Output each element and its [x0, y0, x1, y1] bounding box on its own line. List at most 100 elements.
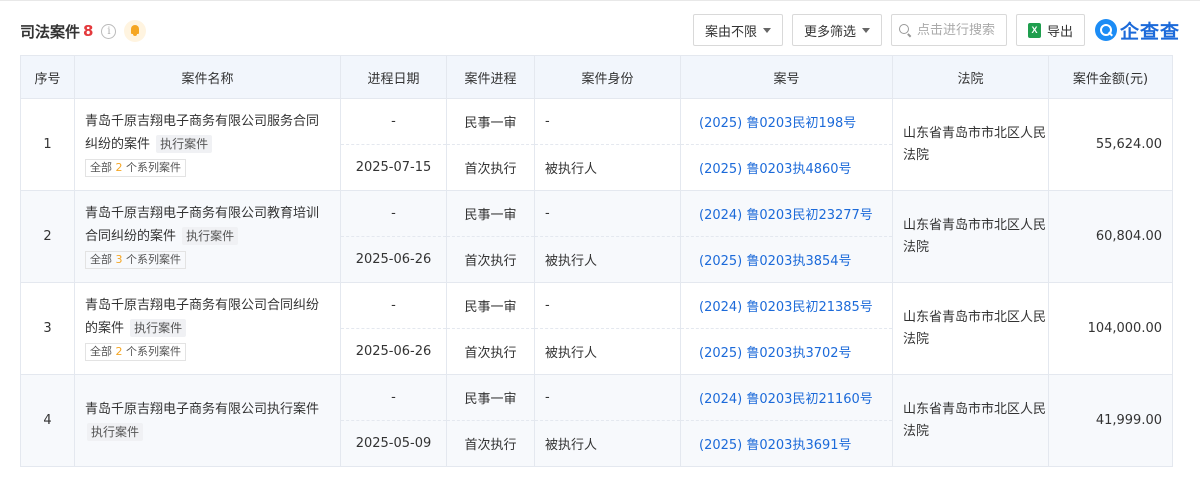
- case-number-link[interactable]: (2025) 鲁0203执3854号: [680, 236, 893, 283]
- case-number-link[interactable]: (2025) 鲁0203执4860号: [680, 144, 893, 191]
- stage-role: 被执行人: [534, 144, 681, 191]
- title-group: 司法案件 8 i: [20, 20, 147, 42]
- stage-date: -: [340, 190, 447, 237]
- court-name: 山东省青岛市市北区人民法院: [892, 98, 1049, 191]
- case-amount: 60,804.00: [1048, 190, 1173, 283]
- cause-filter-dropdown[interactable]: 案由不限: [692, 14, 783, 46]
- col-header-date: 进程日期: [340, 55, 447, 99]
- export-button[interactable]: X 导出: [1015, 14, 1085, 46]
- court-name: 山东省青岛市市北区人民法院: [892, 374, 1049, 467]
- bell-icon[interactable]: [124, 20, 147, 42]
- case-number-link[interactable]: (2025) 鲁0203执3702号: [680, 328, 893, 375]
- execution-tag: 执行案件: [87, 422, 144, 441]
- logo-text: 企查查: [1119, 20, 1180, 43]
- logo-icon: [1094, 19, 1117, 41]
- stage-progress: 民事一审: [446, 282, 535, 329]
- court-name: 山东省青岛市市北区人民法院: [892, 190, 1049, 283]
- more-filters-label: 更多筛选: [803, 24, 856, 40]
- info-icon[interactable]: i: [101, 23, 117, 39]
- case-number-link[interactable]: (2025) 鲁0203执3691号: [680, 420, 893, 467]
- stage-role: 被执行人: [534, 236, 681, 283]
- stage-role: -: [534, 282, 681, 329]
- cases-table-container: 序号 案件名称 进程日期 案件进程 案件身份 案号 法院 案件金额(元) 1 青…: [20, 55, 1173, 467]
- case-name[interactable]: 青岛千原吉翔电子商务有限公司合同纠纷的案件: [85, 298, 319, 336]
- case-name-cell: 青岛千原吉翔电子商务有限公司执行案件 执行案件: [74, 374, 341, 467]
- col-header-role: 案件身份: [534, 55, 681, 99]
- excel-icon: X: [1027, 22, 1041, 38]
- stage-progress: 首次执行: [446, 328, 535, 375]
- col-header-court: 法院: [892, 55, 1049, 99]
- case-number-link[interactable]: (2024) 鲁0203民初23277号: [680, 190, 893, 237]
- table-row: 3 青岛千原吉翔电子商务有限公司合同纠纷的案件 执行案件 全部 2 个系列案件 …: [20, 282, 1173, 375]
- col-header-case-number: 案号: [680, 55, 893, 99]
- stage-progress: 民事一审: [446, 98, 535, 145]
- toolbar: 案由不限 更多筛选 X 导出 企查查: [684, 14, 1180, 46]
- series-cases-link[interactable]: 全部 3 个系列案件: [85, 251, 186, 269]
- execution-tag: 执行案件: [182, 227, 239, 245]
- case-number-link[interactable]: (2025) 鲁0203民初198号: [680, 98, 893, 145]
- col-header-amount: 案件金额(元): [1048, 55, 1173, 99]
- row-index: 3: [20, 282, 75, 375]
- row-index: 1: [20, 98, 75, 191]
- case-number-link[interactable]: (2024) 鲁0203民初21385号: [680, 282, 893, 329]
- series-prefix: 全部: [90, 161, 112, 174]
- case-amount: 104,000.00: [1048, 282, 1173, 375]
- series-suffix: 个系列案件: [126, 345, 181, 358]
- series-suffix: 个系列案件: [126, 161, 181, 174]
- case-name-cell: 青岛千原吉翔电子商务有限公司合同纠纷的案件 执行案件 全部 2 个系列案件: [74, 282, 341, 375]
- table-header-row: 序号 案件名称 进程日期 案件进程 案件身份 案号 法院 案件金额(元): [20, 55, 1173, 99]
- stage-date: 2025-06-26: [340, 236, 447, 283]
- court-name: 山东省青岛市市北区人民法院: [892, 282, 1049, 375]
- table-row: 1 青岛千原吉翔电子商务有限公司服务合同纠纷的案件 执行案件 全部 2 个系列案…: [20, 98, 1173, 191]
- caret-down-icon: [861, 27, 870, 33]
- stage-progress: 首次执行: [446, 144, 535, 191]
- stage-progress: 首次执行: [446, 236, 535, 283]
- case-name[interactable]: 青岛千原吉翔电子商务有限公司执行案件: [85, 402, 319, 417]
- stage-progress: 民事一审: [446, 190, 535, 237]
- table-row: 2 青岛千原吉翔电子商务有限公司教育培训合同纠纷的案件 执行案件 全部 3 个系…: [20, 190, 1173, 283]
- col-header-progress: 案件进程: [446, 55, 535, 99]
- case-amount: 55,624.00: [1048, 98, 1173, 191]
- col-header-index: 序号: [20, 55, 75, 99]
- stage-progress: 首次执行: [446, 420, 535, 467]
- brand-logo: 企查查: [1094, 17, 1180, 44]
- stage-date: -: [340, 282, 447, 329]
- more-filters-dropdown[interactable]: 更多筛选: [791, 14, 882, 46]
- stage-progress: 民事一审: [446, 374, 535, 421]
- series-count: 2: [115, 345, 123, 358]
- section-header: 司法案件 8 i 案由不限 更多筛选 X 导出 企查查: [20, 12, 1180, 48]
- row-index: 2: [20, 190, 75, 283]
- execution-tag: 执行案件: [156, 135, 213, 153]
- stage-date: -: [340, 374, 447, 421]
- stage-role: 被执行人: [534, 328, 681, 375]
- case-name-cell: 青岛千原吉翔电子商务有限公司服务合同纠纷的案件 执行案件 全部 2 个系列案件: [74, 98, 341, 191]
- row-index: 4: [20, 374, 75, 467]
- stage-date: 2025-05-09: [340, 420, 447, 467]
- series-suffix: 个系列案件: [126, 253, 181, 266]
- search-box[interactable]: [890, 14, 1007, 46]
- cause-filter-label: 案由不限: [704, 24, 757, 40]
- col-header-case-name: 案件名称: [74, 55, 341, 99]
- series-count: 2: [115, 161, 123, 174]
- search-input[interactable]: [916, 22, 1005, 38]
- case-number-link[interactable]: (2024) 鲁0203民初21160号: [680, 374, 893, 421]
- stage-date: 2025-06-26: [340, 328, 447, 375]
- series-cases-link[interactable]: 全部 2 个系列案件: [85, 159, 186, 177]
- execution-tag: 执行案件: [130, 319, 187, 337]
- caret-down-icon: [762, 27, 771, 33]
- case-amount: 41,999.00: [1048, 374, 1173, 467]
- search-icon: [898, 23, 912, 37]
- stage-date: -: [340, 98, 447, 145]
- series-cases-link[interactable]: 全部 2 个系列案件: [85, 343, 186, 361]
- stage-role: -: [534, 98, 681, 145]
- section-title: 司法案件: [20, 22, 81, 41]
- stage-role: -: [534, 374, 681, 421]
- stage-role: 被执行人: [534, 420, 681, 467]
- export-label: 导出: [1046, 24, 1073, 40]
- stage-role: -: [534, 190, 681, 237]
- series-prefix: 全部: [90, 345, 112, 358]
- case-count: 8: [83, 22, 94, 40]
- series-count: 3: [115, 253, 123, 266]
- top-divider: [0, 0, 1200, 1]
- series-prefix: 全部: [90, 253, 112, 266]
